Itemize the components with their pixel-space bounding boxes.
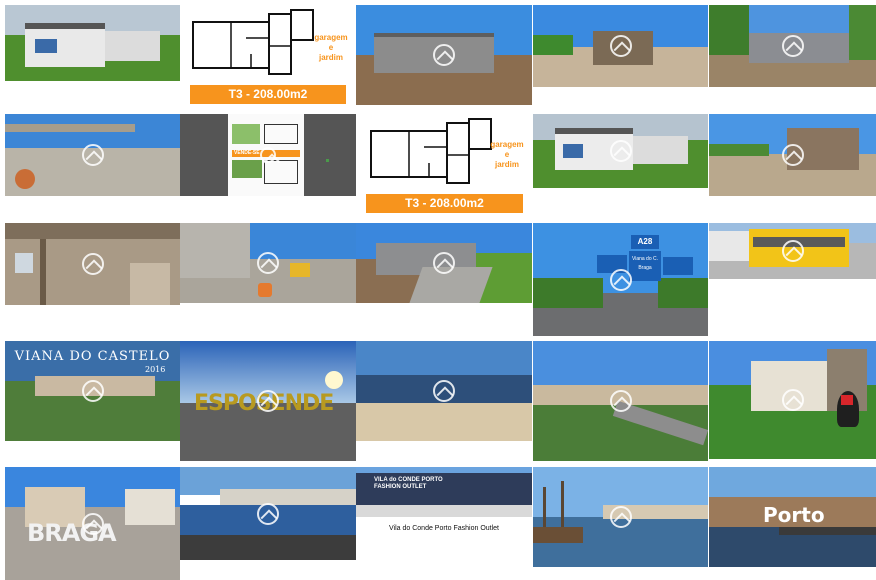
photo-beach[interactable]: [356, 341, 532, 441]
watermark-logo-icon: [609, 35, 632, 57]
floor-plan-drawing: [192, 9, 314, 75]
photo-construction-6[interactable]: [356, 223, 532, 303]
floor-plan-2[interactable]: garagem e jardim T3 - 208.00m2: [366, 114, 526, 214]
watermark-logo-icon: [433, 44, 455, 66]
watermark-logo-icon: [257, 502, 279, 525]
watermark-logo-icon: [609, 390, 632, 412]
photo-render-house-1[interactable]: [5, 5, 180, 81]
watermark-logo-icon: [433, 252, 455, 274]
photo-coastline-city[interactable]: [180, 467, 356, 560]
photo-marina-ship[interactable]: [533, 467, 708, 567]
photo-interior-1[interactable]: [5, 114, 180, 196]
watermark-logo-icon: [609, 140, 632, 162]
listing-flyer[interactable]: VENDE-SE: [180, 114, 356, 196]
photo-river-bridge[interactable]: [533, 341, 708, 461]
photo-construction-5[interactable]: [180, 223, 356, 303]
watermark-logo-icon: [781, 144, 804, 166]
photo-highway-sign[interactable]: A28 Viana do C. Braga: [533, 223, 708, 336]
garage-label-line2: e: [504, 150, 510, 159]
watermark-logo-icon: [781, 389, 804, 411]
photo-braga[interactable]: BRAGA: [5, 467, 180, 580]
highway-sign-line: Viana do C.: [631, 256, 659, 262]
watermark-logo-icon: [257, 252, 279, 274]
floor-plan-1[interactable]: garagem e jardim T3 - 208.00m2: [188, 5, 348, 105]
photo-construction-3[interactable]: [709, 5, 876, 87]
photo-construction-4[interactable]: [709, 114, 876, 196]
outlet-caption: Vila do Conde Porto Fashion Outlet: [389, 525, 499, 532]
watermark-logo-icon: [81, 144, 104, 166]
photo-construction-1[interactable]: [356, 5, 532, 105]
watermark-logo-icon: [257, 390, 279, 412]
photo-fashion-outlet[interactable]: VILA do CONDE PORTO FASHION OUTLET Vila …: [356, 467, 532, 539]
photo-viana-do-castelo[interactable]: VIANA DO CASTELO 2016: [5, 341, 180, 441]
garage-label-line2: e: [328, 43, 334, 52]
photo-esposende[interactable]: ESPOSENDE: [180, 341, 356, 461]
garage-label-line1: garagem: [314, 33, 348, 42]
photo-render-house-2[interactable]: [533, 114, 708, 188]
watermark-logo-icon: [260, 147, 276, 163]
highway-sign-number: A28: [631, 235, 659, 249]
photo-town-rooster[interactable]: [709, 341, 876, 459]
watermark-logo-icon: [81, 253, 104, 275]
photo-train[interactable]: [709, 223, 876, 279]
plan-title-banner: T3 - 208.00m2: [366, 194, 523, 213]
watermark-logo-icon: [609, 268, 632, 291]
floor-plan-drawing: [370, 118, 492, 184]
watermark-logo-icon: [81, 512, 104, 535]
porto-logo: Porto: [763, 503, 825, 527]
plan-title-banner: T3 - 208.00m2: [190, 85, 346, 104]
photo-interior-2[interactable]: [5, 223, 180, 305]
outlet-sign: VILA do CONDE PORTO FASHION OUTLET: [374, 477, 443, 490]
viana-title: VIANA DO CASTELO: [14, 349, 171, 364]
watermark-logo-icon: [781, 240, 804, 262]
watermark-logo-icon: [609, 506, 632, 528]
watermark-logo-icon: [81, 380, 104, 402]
viana-year: 2016: [145, 365, 166, 374]
garage-label-line3: jardim: [494, 160, 519, 169]
highway-sign-line: Braga: [638, 265, 652, 271]
photo-construction-2[interactable]: [533, 5, 708, 87]
photo-porto[interactable]: Porto: [709, 467, 876, 567]
watermark-logo-icon: [781, 35, 804, 57]
garage-label-line1: garagem: [490, 140, 524, 149]
watermark-logo-icon: [433, 380, 455, 402]
highway-sign-panel: Viana do C. Braga: [629, 251, 661, 281]
garage-label-line3: jardim: [318, 53, 343, 62]
